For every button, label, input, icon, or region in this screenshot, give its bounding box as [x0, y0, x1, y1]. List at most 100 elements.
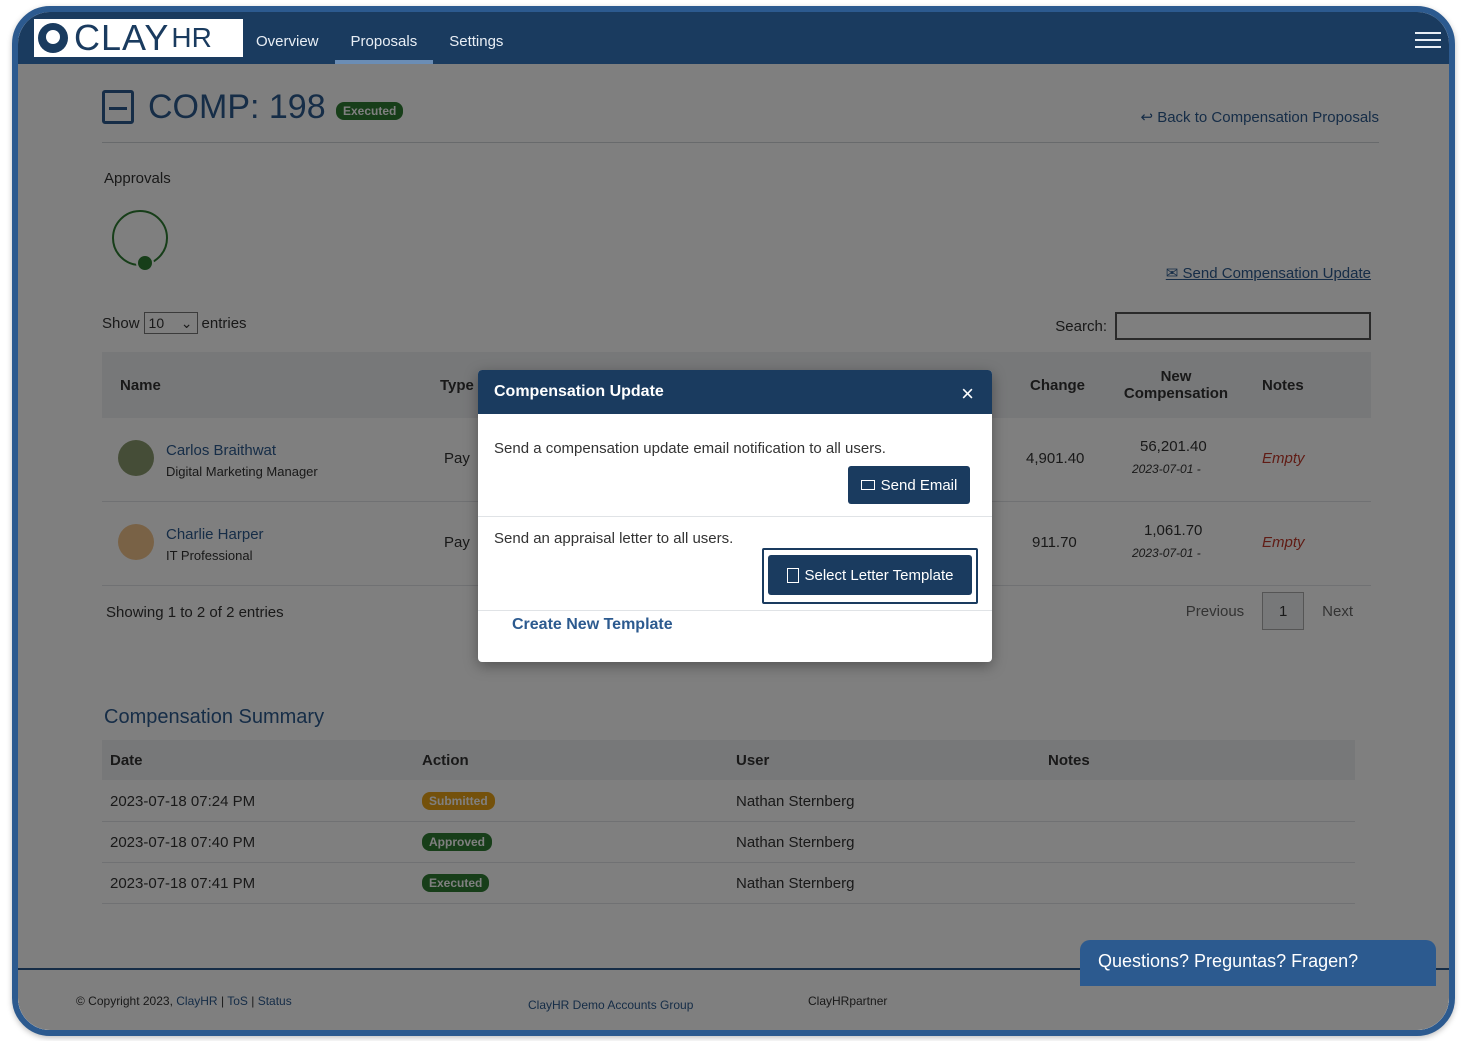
- col-action: Action: [422, 751, 469, 769]
- show-label: Show: [102, 314, 140, 332]
- copyright: © Copyright 2023, ClayHR | ToS | Status: [76, 994, 292, 1008]
- col-date: Date: [110, 751, 143, 769]
- nav-proposals[interactable]: Proposals: [334, 12, 434, 64]
- divider: [478, 610, 992, 611]
- summary-header: Date Action User Notes: [102, 740, 1355, 780]
- new-comp-cell: 56,201.40: [1140, 438, 1207, 455]
- col-type[interactable]: Type: [440, 352, 474, 418]
- next-button[interactable]: Next: [1322, 603, 1353, 620]
- top-navbar: CLAY HR Overview Proposals Settings: [18, 12, 1449, 64]
- user-cell: Nathan Sternberg: [736, 792, 855, 810]
- search-input[interactable]: [1115, 312, 1371, 340]
- date-cell: 2023-07-18 07:24 PM: [110, 792, 256, 810]
- employee-title: Digital Marketing Manager: [166, 464, 318, 479]
- date-cell: 2023-07-18 07:41 PM: [110, 874, 256, 892]
- compensation-update-modal: Compensation Update × Send a compensatio…: [478, 370, 992, 662]
- avatar: [118, 524, 154, 560]
- envelope-icon: [860, 480, 875, 490]
- partner-label: ClayHRpartner: [808, 994, 888, 1008]
- user-cell: Nathan Sternberg: [736, 833, 855, 851]
- nav-settings[interactable]: Settings: [433, 12, 519, 64]
- logo-mark-icon: [38, 23, 68, 53]
- select-letter-template-button[interactable]: Select Letter Template: [768, 555, 972, 595]
- new-comp-cell: 1,061.70: [1144, 522, 1203, 539]
- divider: [102, 142, 1379, 143]
- nav-overview[interactable]: Overview: [240, 12, 335, 64]
- notes-cell[interactable]: Empty: [1262, 450, 1305, 467]
- email-description: Send a compensation update email notific…: [494, 440, 886, 457]
- status-badge: Executed: [336, 102, 404, 120]
- date-cell: 2023-07-18 07:40 PM: [110, 833, 256, 851]
- search-label: Search:: [1055, 317, 1107, 335]
- summary-row: 2023-07-18 07:40 PM Approved Nathan Ster…: [102, 822, 1355, 863]
- employee-title: IT Professional: [166, 548, 253, 563]
- send-email-label: Send Email: [880, 476, 958, 494]
- page-size-value: 10: [148, 315, 165, 331]
- logo-text: CLAY: [74, 17, 170, 58]
- page-size-select[interactable]: 10 ⌄: [143, 312, 198, 334]
- separator: |: [220, 994, 225, 1008]
- document-icon: [102, 90, 134, 124]
- change-cell: 4,901.40: [1026, 450, 1085, 467]
- action-badge: Submitted: [422, 792, 495, 810]
- send-update-label: Send Compensation Update: [1182, 265, 1371, 282]
- create-new-template-link[interactable]: Create New Template: [512, 616, 673, 634]
- send-compensation-update-link[interactable]: ✉ Send Compensation Update: [1166, 264, 1371, 282]
- account-group-link[interactable]: ClayHR Demo Accounts Group: [528, 998, 693, 1012]
- status-link[interactable]: Status: [258, 994, 292, 1008]
- pagination: Previous 1 Next: [1186, 592, 1353, 630]
- col-new-compensation[interactable]: New Compensation: [1124, 352, 1228, 418]
- notes-cell[interactable]: Empty: [1262, 534, 1305, 551]
- entries-label: entries: [201, 314, 247, 332]
- effective-date: 2023-07-01 -: [1132, 546, 1201, 560]
- letter-description: Send an appraisal letter to all users.: [494, 530, 734, 547]
- clayhr-logo[interactable]: CLAY HR: [34, 19, 243, 57]
- type-cell: Pay: [444, 534, 470, 551]
- user-cell: Nathan Sternberg: [736, 874, 855, 892]
- main-nav: Overview Proposals Settings: [240, 12, 519, 64]
- col-change[interactable]: Change: [1030, 352, 1085, 418]
- app-window: CLAY HR Overview Proposals Settings COMP…: [12, 6, 1455, 1036]
- approved-check-icon: [136, 254, 154, 272]
- modal-header: Compensation Update ×: [478, 370, 992, 414]
- tos-link[interactable]: ToS: [227, 994, 248, 1008]
- avatar: [118, 440, 154, 476]
- menu-icon[interactable]: [1415, 32, 1441, 53]
- action-badge: Executed: [422, 874, 490, 892]
- summary-title: Compensation Summary: [104, 706, 325, 728]
- table-info: Showing 1 to 2 of 2 entries: [106, 604, 284, 621]
- modal-title: Compensation Update: [494, 383, 664, 400]
- logo-text-hr: HR: [171, 22, 212, 53]
- chat-widget[interactable]: Questions? Preguntas? Fragen?: [1080, 940, 1436, 986]
- action-badge: Approved: [422, 833, 493, 851]
- copyright-text: © Copyright 2023,: [76, 994, 173, 1008]
- employee-name-link[interactable]: Carlos Braithwat: [166, 442, 276, 459]
- change-cell: 911.70: [1032, 534, 1077, 551]
- separator: |: [251, 994, 255, 1008]
- divider: [478, 516, 992, 517]
- summary-row: 2023-07-18 07:24 PM Submitted Nathan Ste…: [102, 781, 1355, 822]
- type-cell: Pay: [444, 450, 470, 467]
- search-control: Search:: [1055, 312, 1371, 340]
- back-link-label: Back to Compensation Proposals: [1157, 109, 1379, 126]
- entries-control: Show 10 ⌄ entries: [102, 312, 247, 334]
- page-content: COMP: 198 Executed ↩ Back to Compensatio…: [18, 64, 1449, 1030]
- col-notes[interactable]: Notes: [1262, 352, 1304, 418]
- previous-button[interactable]: Previous: [1186, 603, 1244, 620]
- back-link[interactable]: ↩ Back to Compensation Proposals: [1140, 108, 1379, 126]
- page-1-button[interactable]: 1: [1262, 592, 1305, 630]
- send-email-button[interactable]: Send Email: [848, 466, 970, 504]
- col-name[interactable]: Name: [120, 352, 161, 418]
- clayhr-link[interactable]: ClayHR: [176, 994, 217, 1008]
- template-icon: [786, 567, 799, 583]
- col-notes: Notes: [1048, 751, 1090, 769]
- col-user: User: [736, 751, 770, 769]
- approvals-label: Approvals: [104, 170, 171, 187]
- effective-date: 2023-07-01 -: [1132, 462, 1201, 476]
- summary-row: 2023-07-18 07:41 PM Executed Nathan Ster…: [102, 863, 1355, 904]
- close-icon[interactable]: ×: [961, 370, 974, 418]
- page-title: COMP: 198: [148, 88, 326, 126]
- chevron-down-icon: ⌄: [180, 314, 193, 331]
- employee-name-link[interactable]: Charlie Harper: [166, 526, 264, 543]
- select-template-label: Select Letter Template: [804, 566, 954, 584]
